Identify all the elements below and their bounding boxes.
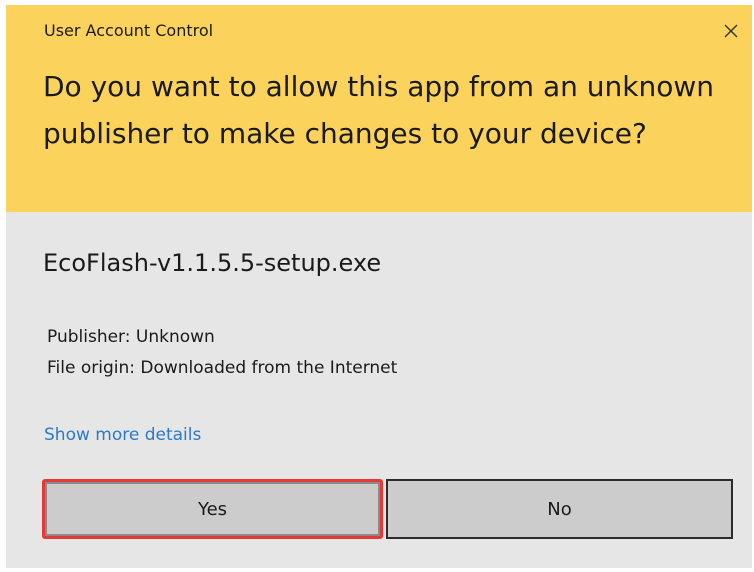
dialog-header: User Account Control Do you want to allo… bbox=[6, 5, 752, 212]
yes-button-label: Yes bbox=[197, 498, 228, 520]
show-more-details-link[interactable]: Show more details bbox=[44, 425, 201, 445]
close-icon bbox=[724, 24, 738, 38]
app-name: EcoFlash-v1.1.5.5-setup.exe bbox=[43, 249, 382, 277]
uac-dialog: User Account Control Do you want to allo… bbox=[6, 5, 752, 568]
no-button[interactable]: No bbox=[386, 479, 733, 539]
file-origin-text: File origin: Downloaded from the Interne… bbox=[47, 358, 398, 378]
yes-button[interactable]: Yes bbox=[42, 479, 383, 539]
close-button[interactable] bbox=[716, 16, 746, 46]
dialog-title: User Account Control bbox=[44, 21, 214, 40]
no-button-label: No bbox=[547, 498, 572, 520]
publisher-text: Publisher: Unknown bbox=[47, 327, 215, 347]
dialog-question: Do you want to allow this app from an un… bbox=[43, 70, 714, 150]
